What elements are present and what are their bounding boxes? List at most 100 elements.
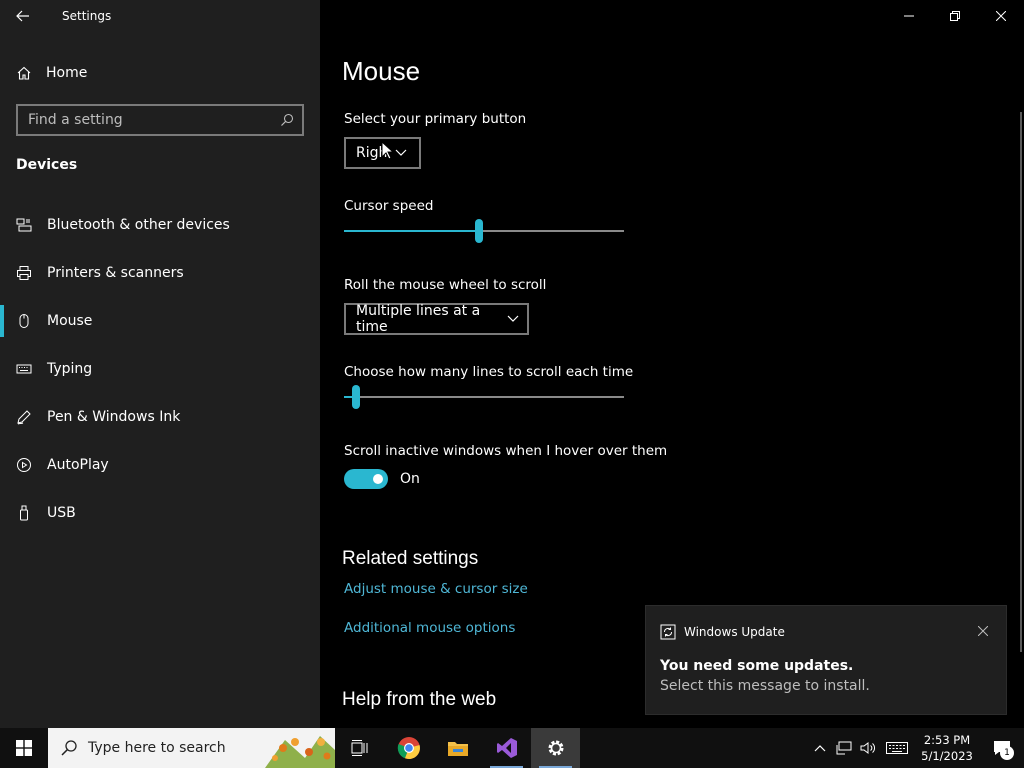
sidebar-item-label: AutoPlay xyxy=(47,457,109,473)
toast-app-name: Windows Update xyxy=(684,625,785,639)
speaker-icon xyxy=(860,742,875,754)
notification-toast[interactable]: Windows Update You need some updates. Se… xyxy=(645,605,1007,715)
sidebar-item-typing[interactable]: Typing xyxy=(0,345,320,393)
nav-home[interactable]: Home xyxy=(0,56,320,90)
toggle-knob xyxy=(373,474,383,484)
printer-icon xyxy=(16,265,32,281)
toast-body: Select this message to install. xyxy=(660,678,870,694)
autoplay-icon xyxy=(16,457,32,473)
link-cursor-size[interactable]: Adjust mouse & cursor size xyxy=(344,581,528,597)
search-highlight-flower-icon xyxy=(265,736,335,768)
inactive-scroll-toggle[interactable] xyxy=(344,469,388,489)
nav-list: Bluetooth & other devices Printers & sca… xyxy=(0,201,320,537)
search-icon xyxy=(281,113,294,126)
bluetooth-devices-icon xyxy=(16,217,32,233)
sidebar-item-bluetooth[interactable]: Bluetooth & other devices xyxy=(0,201,320,249)
start-button[interactable] xyxy=(0,728,48,768)
sidebar-item-label: USB xyxy=(47,505,76,521)
keyboard-icon xyxy=(886,742,908,754)
inactive-scroll-row: On xyxy=(344,469,420,489)
windows-update-icon xyxy=(660,624,676,640)
inactive-scroll-label: Scroll inactive windows when I hover ove… xyxy=(344,443,668,459)
action-center-button[interactable]: 1 xyxy=(980,728,1024,768)
lines-slider[interactable] xyxy=(344,385,624,409)
system-tray: 2:53 PM 5/1/2023 1 xyxy=(808,728,1024,768)
sidebar-item-pen[interactable]: Pen & Windows Ink xyxy=(0,393,320,441)
sidebar-item-printers[interactable]: Printers & scanners xyxy=(0,249,320,297)
visual-studio-button[interactable] xyxy=(482,728,531,768)
chevron-down-icon xyxy=(507,315,519,323)
toast-title: You need some updates. xyxy=(660,658,854,674)
minimize-button[interactable] xyxy=(886,0,932,32)
chevron-down-icon xyxy=(395,149,407,157)
restore-button[interactable] xyxy=(932,0,978,32)
scrollbar[interactable] xyxy=(1020,112,1022,652)
show-hidden-icons-button[interactable] xyxy=(808,728,832,768)
toast-close-button[interactable] xyxy=(974,622,992,640)
sidebar-item-autoplay[interactable]: AutoPlay xyxy=(0,441,320,489)
slider-thumb[interactable] xyxy=(352,385,360,409)
window-controls xyxy=(886,0,1024,32)
gear-icon xyxy=(548,740,563,756)
cursor-speed-slider[interactable] xyxy=(344,219,624,243)
slider-fill xyxy=(344,230,479,232)
folder-icon xyxy=(447,742,468,756)
clock-date: 5/1/2023 xyxy=(921,749,973,763)
windows-logo-icon xyxy=(16,740,32,756)
title-bar: Settings xyxy=(0,0,320,32)
scroll-mode-dropdown[interactable]: Multiple lines at a time xyxy=(344,303,529,335)
sidebar-item-label: Typing xyxy=(47,361,93,377)
sidebar-item-mouse[interactable]: Mouse xyxy=(0,297,320,345)
help-title: Help from the web xyxy=(342,689,497,710)
cursor-speed-label: Cursor speed xyxy=(344,198,434,214)
sidebar-item-usb[interactable]: USB xyxy=(0,489,320,537)
visual-studio-icon xyxy=(496,738,517,758)
search-input[interactable] xyxy=(28,112,280,128)
sidebar-item-label: Bluetooth & other devices xyxy=(47,217,230,233)
file-explorer-button[interactable] xyxy=(433,728,482,768)
chrome-app-button[interactable] xyxy=(384,728,433,768)
clock-time: 2:53 PM xyxy=(923,733,971,747)
mouse-icon xyxy=(16,313,32,329)
network-button[interactable] xyxy=(832,728,856,768)
search-box[interactable] xyxy=(16,104,304,136)
home-icon xyxy=(17,66,31,80)
close-icon xyxy=(978,626,988,636)
task-view-button[interactable] xyxy=(335,728,384,768)
keyboard-icon xyxy=(16,361,32,377)
network-icon xyxy=(836,741,852,755)
mouse-pointer-icon xyxy=(381,141,393,160)
page-title: Mouse xyxy=(342,56,421,86)
taskbar-search-placeholder: Type here to search xyxy=(88,740,226,756)
search-icon xyxy=(61,740,77,756)
chrome-icon xyxy=(397,737,420,760)
sidebar-item-label: Printers & scanners xyxy=(47,265,184,281)
taskbar-clock[interactable]: 2:53 PM 5/1/2023 xyxy=(914,732,980,764)
close-button[interactable] xyxy=(978,0,1024,32)
slider-thumb[interactable] xyxy=(475,219,483,243)
sidebar: Settings Home Devices Bluetooth & other … xyxy=(0,0,320,728)
toggle-state-label: On xyxy=(400,471,420,487)
nav-home-label: Home xyxy=(46,65,88,81)
volume-button[interactable] xyxy=(856,728,880,768)
settings-app-button[interactable] xyxy=(531,728,580,768)
taskbar-search[interactable]: Type here to search xyxy=(48,728,335,768)
minimize-icon xyxy=(904,15,914,17)
chevron-up-icon xyxy=(814,745,826,752)
app-title: Settings xyxy=(62,9,112,23)
task-view-icon xyxy=(351,740,367,756)
link-additional-options[interactable]: Additional mouse options xyxy=(344,620,515,636)
taskbar: Type here to search 2:53 PM 5/1/2023 1 xyxy=(0,728,1024,768)
scroll-mode-value: Multiple lines at a time xyxy=(356,303,481,335)
slider-track xyxy=(344,396,624,398)
notification-count-badge: 1 xyxy=(1000,746,1014,760)
toast-header: Windows Update xyxy=(660,624,785,640)
back-arrow-icon xyxy=(16,10,29,22)
related-settings-title: Related settings xyxy=(342,548,479,569)
restore-icon xyxy=(950,11,960,21)
lines-label: Choose how many lines to scroll each tim… xyxy=(344,364,634,380)
scroll-mode-label: Roll the mouse wheel to scroll xyxy=(344,277,547,293)
touch-keyboard-button[interactable] xyxy=(880,728,914,768)
usb-icon xyxy=(16,505,32,521)
back-button[interactable] xyxy=(0,0,46,32)
